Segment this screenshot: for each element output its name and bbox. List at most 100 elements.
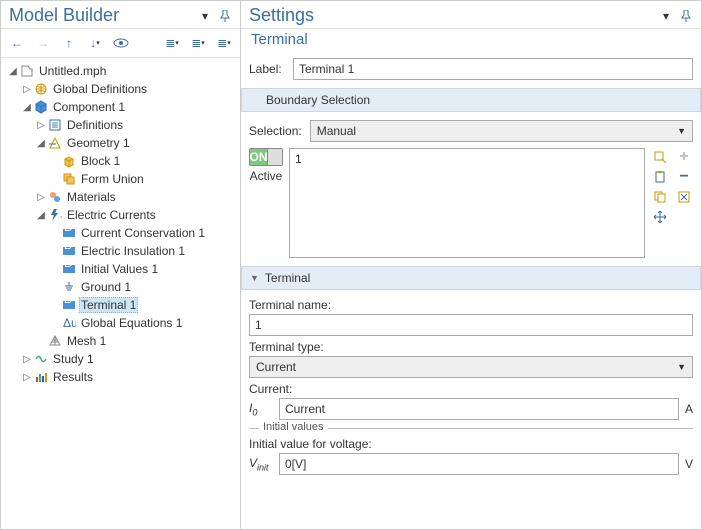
tree-definitions[interactable]: ▷≡Definitions [3,116,238,134]
voltage-var: Vinit [249,456,273,472]
results-icon [33,369,49,385]
root-icon [19,63,35,79]
zoom-to-selection-icon[interactable] [653,150,667,164]
expand-button[interactable]: ≣▾ [188,33,208,53]
geometry-icon [47,135,63,151]
section-terminal[interactable]: ▼ Terminal [241,266,701,290]
list-item[interactable]: 1 [295,152,639,166]
model-tree[interactable]: ◢Untitled.mph ▷Global Definitions ◢Compo… [1,58,240,529]
copy-selection-icon[interactable] [653,190,667,204]
settings-title: Settings [249,5,314,26]
twisty-icon[interactable]: ▷ [35,120,47,131]
terminal-name-caption: Terminal name: [249,298,693,312]
list-button[interactable]: ≣▾ [214,33,234,53]
tree-globaldefs[interactable]: ▷Global Definitions [3,80,238,98]
init-voltage-caption: Initial value for voltage: [249,437,693,451]
tree-iv[interactable]: DInitial Values 1 [3,260,238,278]
twisty-icon[interactable]: ◢ [35,138,47,149]
chevron-down-icon: ▼ [677,362,686,372]
move-down-button[interactable]: ↓▾ [85,33,105,53]
model-builder-header: Model Builder ▾ [1,1,240,29]
materials-icon [47,189,63,205]
settings-body: Label: Boundary Selection Selection: Man… [241,54,701,529]
model-builder-title: Model Builder [9,5,119,26]
formunion-icon [61,171,77,187]
tree-component[interactable]: ◢Component 1 [3,98,238,116]
tree-formunion[interactable]: Form Union [3,170,238,188]
svg-text:≡: ≡ [51,118,58,132]
move-icon[interactable] [653,210,667,224]
terminal-name-input[interactable] [249,314,693,336]
model-builder-panel: Model Builder ▾ ← → ↑ ↓▾ ≣▾ ≣▾ ≣▾ ◢Untit… [1,1,241,529]
chevron-down-icon: ▼ [677,126,686,136]
mesh-icon [47,333,63,349]
twisty-icon[interactable]: ▷ [21,84,33,95]
cc-icon: D [61,225,77,241]
tree-ec[interactable]: ◢+Electric Currents [3,206,238,224]
selection-dropdown[interactable]: Manual ▼ [310,120,693,142]
model-builder-toolbar: ← → ↑ ↓▾ ≣▾ ≣▾ ≣▾ [1,29,240,58]
study-icon [33,351,49,367]
svg-text:B: B [64,298,72,306]
tree-ge[interactable]: ΔuGlobal Equations 1 [3,314,238,332]
globe-icon [33,81,49,97]
current-input[interactable] [279,398,679,420]
tree-terminal[interactable]: BTerminal 1 [3,296,238,314]
section-boundary-selection[interactable]: Boundary Selection [241,88,701,112]
selection-list[interactable]: 1 [289,148,645,258]
collapse-button[interactable]: ≣▾ [162,33,182,53]
tree-materials[interactable]: ▷Materials [3,188,238,206]
collapse-arrow-icon: ▼ [250,273,259,283]
initial-values-legend: Initial values [259,421,328,433]
section-title: Terminal [265,271,310,285]
settings-panel: Settings ▾ Terminal Label: Boundary Sele… [241,1,701,529]
terminal-icon: B [61,297,77,313]
current-var: I0 [249,401,273,417]
definitions-icon: ≡ [47,117,63,133]
tree-root[interactable]: ◢Untitled.mph [3,62,238,80]
clear-icon[interactable] [677,190,691,204]
minimize-icon[interactable]: ▾ [198,9,212,23]
remove-icon[interactable]: − [677,170,691,184]
twisty-icon[interactable]: ◢ [35,210,47,221]
tree-cc[interactable]: DCurrent Conservation 1 [3,224,238,242]
ec-icon: + [47,207,63,223]
twisty-icon[interactable]: ◢ [7,66,19,77]
minimize-icon[interactable]: ▾ [659,9,673,23]
twisty-icon[interactable]: ▷ [35,192,47,203]
pin-icon[interactable] [679,9,693,23]
tree-ei[interactable]: BElectric Insulation 1 [3,242,238,260]
svg-text:Δu: Δu [63,316,76,330]
block-icon [61,153,77,169]
active-caption: Active [250,169,283,183]
active-toggle[interactable]: ON [249,148,283,166]
tree-block[interactable]: Block 1 [3,152,238,170]
nav-back-button[interactable]: ← [7,33,27,53]
init-voltage-input[interactable] [279,453,679,475]
current-caption: Current: [249,382,693,396]
tree-geometry[interactable]: ◢Geometry 1 [3,134,238,152]
twisty-icon[interactable]: ◢ [21,102,33,113]
tree-results[interactable]: ▷Results [3,368,238,386]
paste-selection-icon[interactable] [653,170,667,184]
svg-text:D: D [64,226,73,234]
move-up-button[interactable]: ↑ [59,33,79,53]
twisty-icon[interactable]: ▷ [21,372,33,383]
label-caption: Label: [249,62,293,76]
nav-fwd-button[interactable]: → [33,33,53,53]
show-button[interactable] [111,33,131,53]
tree-gnd[interactable]: Ground 1 [3,278,238,296]
label-input[interactable] [293,58,693,80]
component-icon [33,99,49,115]
svg-text:+: + [60,210,62,222]
svg-text:B: B [64,244,72,252]
add-icon[interactable]: + [677,150,691,164]
pin-icon[interactable] [218,9,232,23]
ei-icon: B [61,243,77,259]
twisty-icon[interactable]: ▷ [21,354,33,365]
terminal-type-dropdown[interactable]: Current ▼ [249,356,693,378]
selection-caption: Selection: [249,124,302,138]
tree-mesh[interactable]: Mesh 1 [3,332,238,350]
tree-study[interactable]: ▷Study 1 [3,350,238,368]
ge-icon: Δu [61,315,77,331]
